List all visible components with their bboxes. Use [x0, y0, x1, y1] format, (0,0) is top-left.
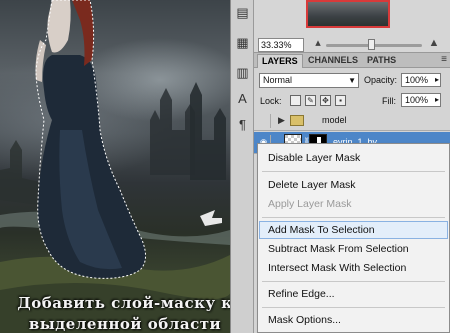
- caption-line-1: Добавить слой-маску к: [17, 294, 230, 312]
- zoom-in-icon[interactable]: ▲: [428, 38, 440, 50]
- photo-illustration: [0, 0, 230, 333]
- menu-mask-options[interactable]: Mask Options...: [259, 311, 448, 329]
- zoom-input[interactable]: 33.33%: [258, 38, 304, 52]
- menu-apply-layer-mask[interactable]: Apply Layer Mask: [259, 195, 448, 213]
- panel-tabs: LAYERS CHANNELS PATHS ≡: [254, 53, 450, 68]
- chevron-right-icon: ▸: [434, 75, 439, 84]
- navigator-panel: 33.33% ▴ ▲: [254, 0, 450, 52]
- layer-mask-context-menu: Disable Layer Mask Delete Layer Mask App…: [257, 143, 450, 333]
- history-icon[interactable]: ▤: [234, 4, 251, 21]
- panel-tool-strip: ▤ ▦ ▥ A ¶: [230, 0, 254, 333]
- zoom-out-icon[interactable]: ▴: [312, 38, 324, 50]
- blend-mode-select[interactable]: Normal ▼: [259, 73, 359, 88]
- caption-line-2: выделенной области: [28, 315, 222, 333]
- menu-refine-edge[interactable]: Refine Edge...: [259, 285, 448, 303]
- menu-delete-layer-mask[interactable]: Delete Layer Mask: [259, 176, 448, 194]
- menu-intersect-mask-with-selection[interactable]: Intersect Mask With Selection: [259, 259, 448, 277]
- expand-triangle-icon[interactable]: ▶: [278, 115, 285, 126]
- lock-label: Lock:: [260, 96, 282, 106]
- actions-icon[interactable]: ▦: [234, 34, 251, 51]
- character-icon[interactable]: A: [234, 90, 251, 107]
- chevron-down-icon: ▼: [348, 76, 356, 85]
- opacity-value: 100%: [405, 75, 429, 85]
- menu-separator: [262, 171, 445, 172]
- panel-menu-icon[interactable]: ≡: [441, 54, 447, 65]
- zoom-slider-knob[interactable]: [368, 39, 375, 50]
- visibility-toggle[interactable]: [257, 114, 271, 128]
- paragraph-icon[interactable]: ¶: [234, 116, 251, 133]
- menu-disable-layer-mask[interactable]: Disable Layer Mask: [259, 149, 448, 167]
- lock-transparent-icon[interactable]: [290, 95, 301, 106]
- fill-field[interactable]: 100% ▸: [401, 93, 441, 107]
- lock-all-icon[interactable]: ▪: [335, 95, 346, 106]
- opacity-label: Opacity:: [364, 75, 398, 85]
- document-canvas[interactable]: Добавить слой-маску к выделенной области: [0, 0, 230, 333]
- opacity-field[interactable]: 100% ▸: [401, 73, 441, 87]
- tab-layers[interactable]: LAYERS: [257, 54, 303, 68]
- chevron-right-icon: ▸: [434, 95, 439, 104]
- swatches-icon[interactable]: ▥: [234, 64, 251, 81]
- menu-separator: [262, 217, 445, 218]
- tab-channels[interactable]: CHANNELS: [304, 54, 362, 68]
- lock-brush-icon[interactable]: ✎: [305, 95, 316, 106]
- fill-value: 100%: [405, 95, 429, 105]
- fill-label: Fill:: [382, 96, 396, 106]
- menu-add-mask-to-selection[interactable]: Add Mask To Selection: [259, 221, 448, 239]
- menu-separator: [262, 281, 445, 282]
- menu-separator: [262, 307, 445, 308]
- folder-icon: [290, 115, 304, 126]
- tab-paths[interactable]: PATHS: [363, 54, 400, 68]
- layer-name: model: [322, 115, 347, 125]
- menu-subtract-mask-from-selection[interactable]: Subtract Mask From Selection: [259, 240, 448, 258]
- navigator-preview[interactable]: [306, 0, 390, 28]
- layer-group-row[interactable]: ▶ model: [254, 111, 450, 131]
- lock-move-icon[interactable]: ✥: [320, 95, 331, 106]
- blend-mode-value: Normal: [263, 75, 293, 85]
